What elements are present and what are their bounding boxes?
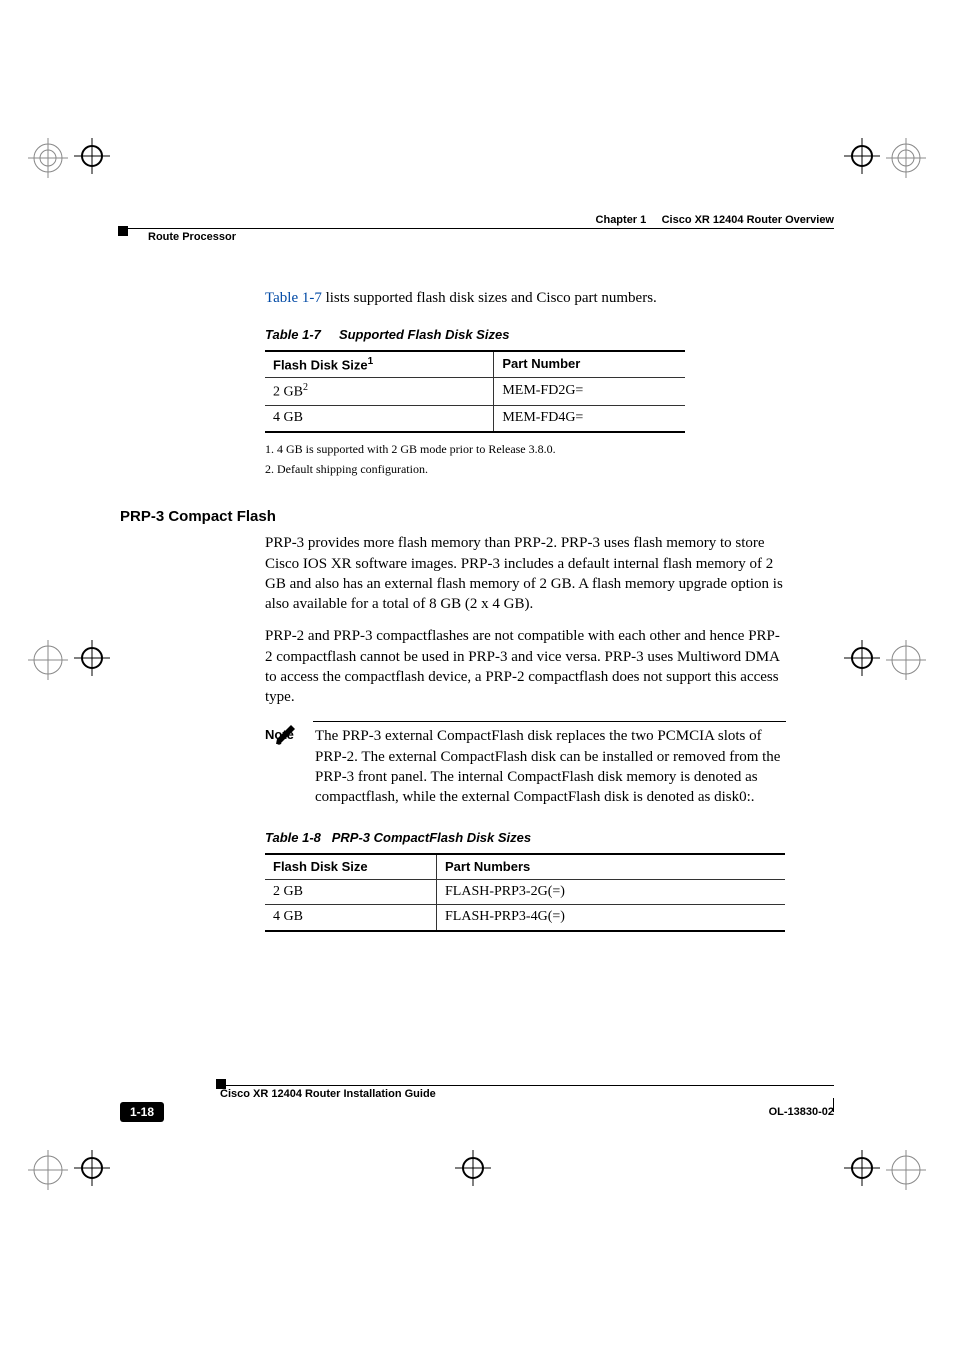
reg-mark-icon	[74, 1150, 110, 1191]
table-row: 2 GB2 MEM-FD2G=	[265, 377, 685, 406]
reg-mark-icon	[844, 640, 880, 681]
reg-mark-icon	[74, 138, 110, 179]
reg-mark-icon	[74, 640, 110, 681]
note-block: Note The PRP-3 external CompactFlash dis…	[265, 721, 786, 807]
footnote: 2. Default shipping configuration.	[265, 461, 786, 477]
reg-mark-icon	[844, 138, 880, 179]
header-marker-icon	[118, 226, 128, 236]
table-header-cell: Part Number	[494, 351, 685, 377]
paragraph: PRP-2 and PRP-3 compactflashes are not c…	[265, 626, 786, 707]
section-heading: PRP-3 Compact Flash	[120, 508, 276, 525]
page: Chapter 1 Cisco XR 12404 Router Overview…	[0, 0, 954, 1351]
page-footer: Cisco XR 12404 Router Installation Guide…	[120, 1085, 834, 1122]
reg-mark-icon	[455, 1150, 491, 1191]
table-prp3-disk-sizes: Flash Disk Size Part Numbers 2 GB FLASH-…	[265, 853, 785, 932]
chapter-title: Cisco XR 12404 Router Overview	[662, 214, 834, 226]
table-row: 2 GB FLASH-PRP3-2G(=)	[265, 879, 785, 905]
reg-mark-icon	[886, 138, 926, 183]
guide-title: Cisco XR 12404 Router Installation Guide	[220, 1085, 834, 1100]
doc-id: OL-13830-02	[769, 1106, 834, 1118]
main-content: Table 1-7 lists supported flash disk siz…	[265, 288, 786, 932]
table-row: 4 GB FLASH-PRP3-4G(=)	[265, 905, 785, 931]
table-link[interactable]: Table 1-7	[265, 290, 322, 306]
table-row: 4 GB MEM-FD4G=	[265, 406, 685, 432]
footer-rule-icon	[833, 1098, 835, 1112]
intro-paragraph: Table 1-7 lists supported flash disk siz…	[265, 288, 786, 308]
reg-mark-icon	[886, 1150, 926, 1195]
intro-text: lists supported flash disk sizes and Cis…	[322, 290, 657, 306]
reg-mark-icon	[28, 138, 68, 183]
page-header: Chapter 1 Cisco XR 12404 Router Overview…	[120, 214, 834, 243]
table-1-caption: Table 1-7 Supported Flash Disk Sizes	[265, 326, 786, 344]
paragraph: PRP-3 provides more flash memory than PR…	[265, 533, 786, 614]
table-header-cell: Flash Disk Size	[265, 854, 437, 879]
footnote: 1. 4 GB is supported with 2 GB mode prio…	[265, 441, 786, 457]
table-footnotes: 1. 4 GB is supported with 2 GB mode prio…	[265, 441, 786, 477]
table-flash-disk-sizes: Flash Disk Size1 Part Number 2 GB2 MEM-F…	[265, 350, 685, 433]
footer-marker-icon	[216, 1079, 226, 1089]
reg-mark-icon	[28, 1150, 68, 1195]
table-header-cell: Part Numbers	[437, 854, 786, 879]
table-header-cell: Flash Disk Size1	[265, 351, 494, 377]
chapter-label: Chapter 1	[596, 214, 647, 226]
note-pencil-icon	[273, 719, 299, 751]
note-text: The PRP-3 external CompactFlash disk rep…	[315, 726, 786, 807]
reg-mark-icon	[844, 1150, 880, 1191]
reg-mark-icon	[886, 640, 926, 685]
page-number: 1-18	[120, 1102, 164, 1122]
section-name: Route Processor	[148, 231, 834, 243]
reg-mark-icon	[28, 640, 68, 685]
table-2-caption: Table 1-8 PRP-3 CompactFlash Disk Sizes	[265, 829, 786, 847]
